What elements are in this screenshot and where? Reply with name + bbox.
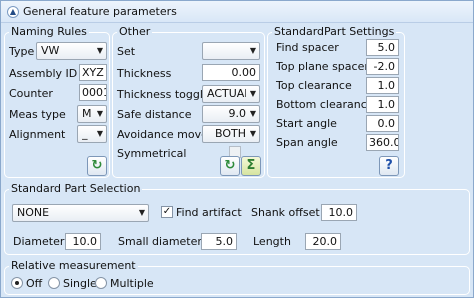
naming-rules-group: Naming Rules Type VW ▼ Assembly ID XYZ Co…	[4, 25, 110, 178]
set-select[interactable]: ▼	[202, 42, 260, 60]
find-spacer-field[interactable]: 5.0	[366, 39, 399, 56]
dropdown-arrow-icon: ▼	[249, 89, 256, 98]
radio-off[interactable]	[11, 277, 23, 289]
sigma-icon[interactable]: Σ	[241, 156, 261, 176]
alignment-select[interactable]: _ ▼	[77, 125, 107, 143]
diameter-label: Diameter	[13, 235, 65, 248]
safe-distance-label: Safe distance	[117, 108, 192, 121]
feature-parameters-panel: ▲ General feature parameters Naming Rule…	[0, 0, 474, 298]
chevron-up-icon[interactable]: ▲	[7, 6, 19, 18]
naming-rules-title: Naming Rules	[9, 25, 89, 38]
length-label: Length	[253, 235, 291, 248]
find-spacer-label: Find spacer	[276, 41, 339, 54]
dropdown-arrow-icon: ▼	[249, 109, 256, 118]
bottom-clearance-field[interactable]: 1.0	[366, 96, 399, 113]
dropdown-arrow-icon: ▼	[249, 46, 256, 55]
type-select[interactable]: VW ▼	[36, 42, 107, 60]
radio-multiple[interactable]	[95, 277, 107, 289]
thickness-toggle-select[interactable]: ACTUAL▼	[202, 85, 260, 103]
section-title: General feature parameters	[23, 5, 177, 18]
radio-multiple-label: Multiple	[110, 277, 154, 290]
assembly-id-field[interactable]: XYZ	[79, 64, 107, 81]
diameter-field[interactable]: 10.0	[65, 233, 101, 250]
dropdown-arrow-icon: ▼	[96, 46, 103, 55]
avoidance-move-select[interactable]: BOTH ▼	[202, 125, 260, 143]
avoidance-move-label: Avoidance move	[117, 128, 208, 141]
span-angle-label: Span angle	[276, 136, 338, 149]
shank-offset-field[interactable]: 10.0	[321, 204, 357, 221]
standard-part-selection-group: Standard Part Selection NONE ▼ ✓ Find art…	[4, 182, 470, 255]
thickness-label: Thickness	[117, 67, 172, 80]
radio-single-label: Single	[63, 277, 97, 290]
top-plane-spacer-field[interactable]: -2.0	[366, 58, 399, 75]
start-angle-label: Start angle	[276, 117, 337, 130]
standardpart-settings-title: StandardPart Settings	[272, 25, 397, 38]
length-field[interactable]: 20.0	[305, 233, 341, 250]
bottom-clearance-label: Bottom clearance	[276, 98, 374, 111]
small-diameter-label: Small diameter	[118, 235, 202, 248]
relative-measurement-group: Relative measurement Off Single Multiple	[4, 259, 470, 295]
assembly-id-label: Assembly ID	[9, 67, 78, 80]
counter-label: Counter	[9, 87, 53, 100]
section-header[interactable]: ▲ General feature parameters	[1, 1, 473, 23]
radio-single[interactable]	[48, 277, 60, 289]
other-group: Other Set ▼ Thickness 0.00 Thickness tog…	[112, 25, 265, 178]
standardpart-settings-group: StandardPart Settings Find spacer 5.0 To…	[267, 25, 405, 178]
span-angle-field[interactable]: 360.0	[366, 134, 399, 151]
dropdown-arrow-icon: ▼	[138, 208, 145, 217]
safe-distance-select[interactable]: 9.0 ▼	[202, 105, 260, 123]
top-clearance-field[interactable]: 1.0	[366, 77, 399, 94]
top-clearance-label: Top clearance	[276, 79, 352, 92]
symmetrical-label: Symmetrical	[117, 147, 187, 160]
dropdown-arrow-icon: ▼	[96, 109, 103, 118]
start-angle-field[interactable]: 0.0	[366, 115, 399, 132]
dropdown-arrow-icon: ▼	[249, 129, 256, 138]
find-artifact-label: Find artifact	[176, 206, 242, 219]
alignment-label: Alignment	[9, 128, 66, 141]
meas-type-select[interactable]: M ▼	[77, 105, 107, 123]
top-plane-spacer-label: Top plane spacer	[276, 60, 369, 73]
relative-measurement-title: Relative measurement	[9, 259, 138, 272]
help-icon[interactable]: ?	[379, 156, 399, 176]
radio-selected-dot	[15, 281, 19, 285]
thickness-toggle-label: Thickness toggle	[117, 88, 210, 101]
refresh-icon[interactable]: ↻	[87, 156, 107, 176]
dropdown-arrow-icon: ▼	[96, 129, 103, 138]
thickness-field[interactable]: 0.00	[202, 64, 260, 81]
meas-type-label: Meas type	[9, 108, 66, 121]
find-artifact-checkbox[interactable]: ✓	[161, 206, 173, 218]
standard-part-selection-title: Standard Part Selection	[9, 182, 143, 195]
set-label: Set	[117, 45, 136, 58]
counter-field[interactable]: 0001	[79, 84, 107, 101]
part-select[interactable]: NONE ▼	[12, 204, 149, 222]
refresh-icon[interactable]: ↻	[220, 156, 240, 176]
small-diameter-field[interactable]: 5.0	[201, 233, 237, 250]
other-title: Other	[117, 25, 153, 38]
radio-off-label: Off	[26, 277, 43, 290]
type-label: Type	[9, 45, 35, 58]
shank-offset-label: Shank offset	[251, 206, 320, 219]
